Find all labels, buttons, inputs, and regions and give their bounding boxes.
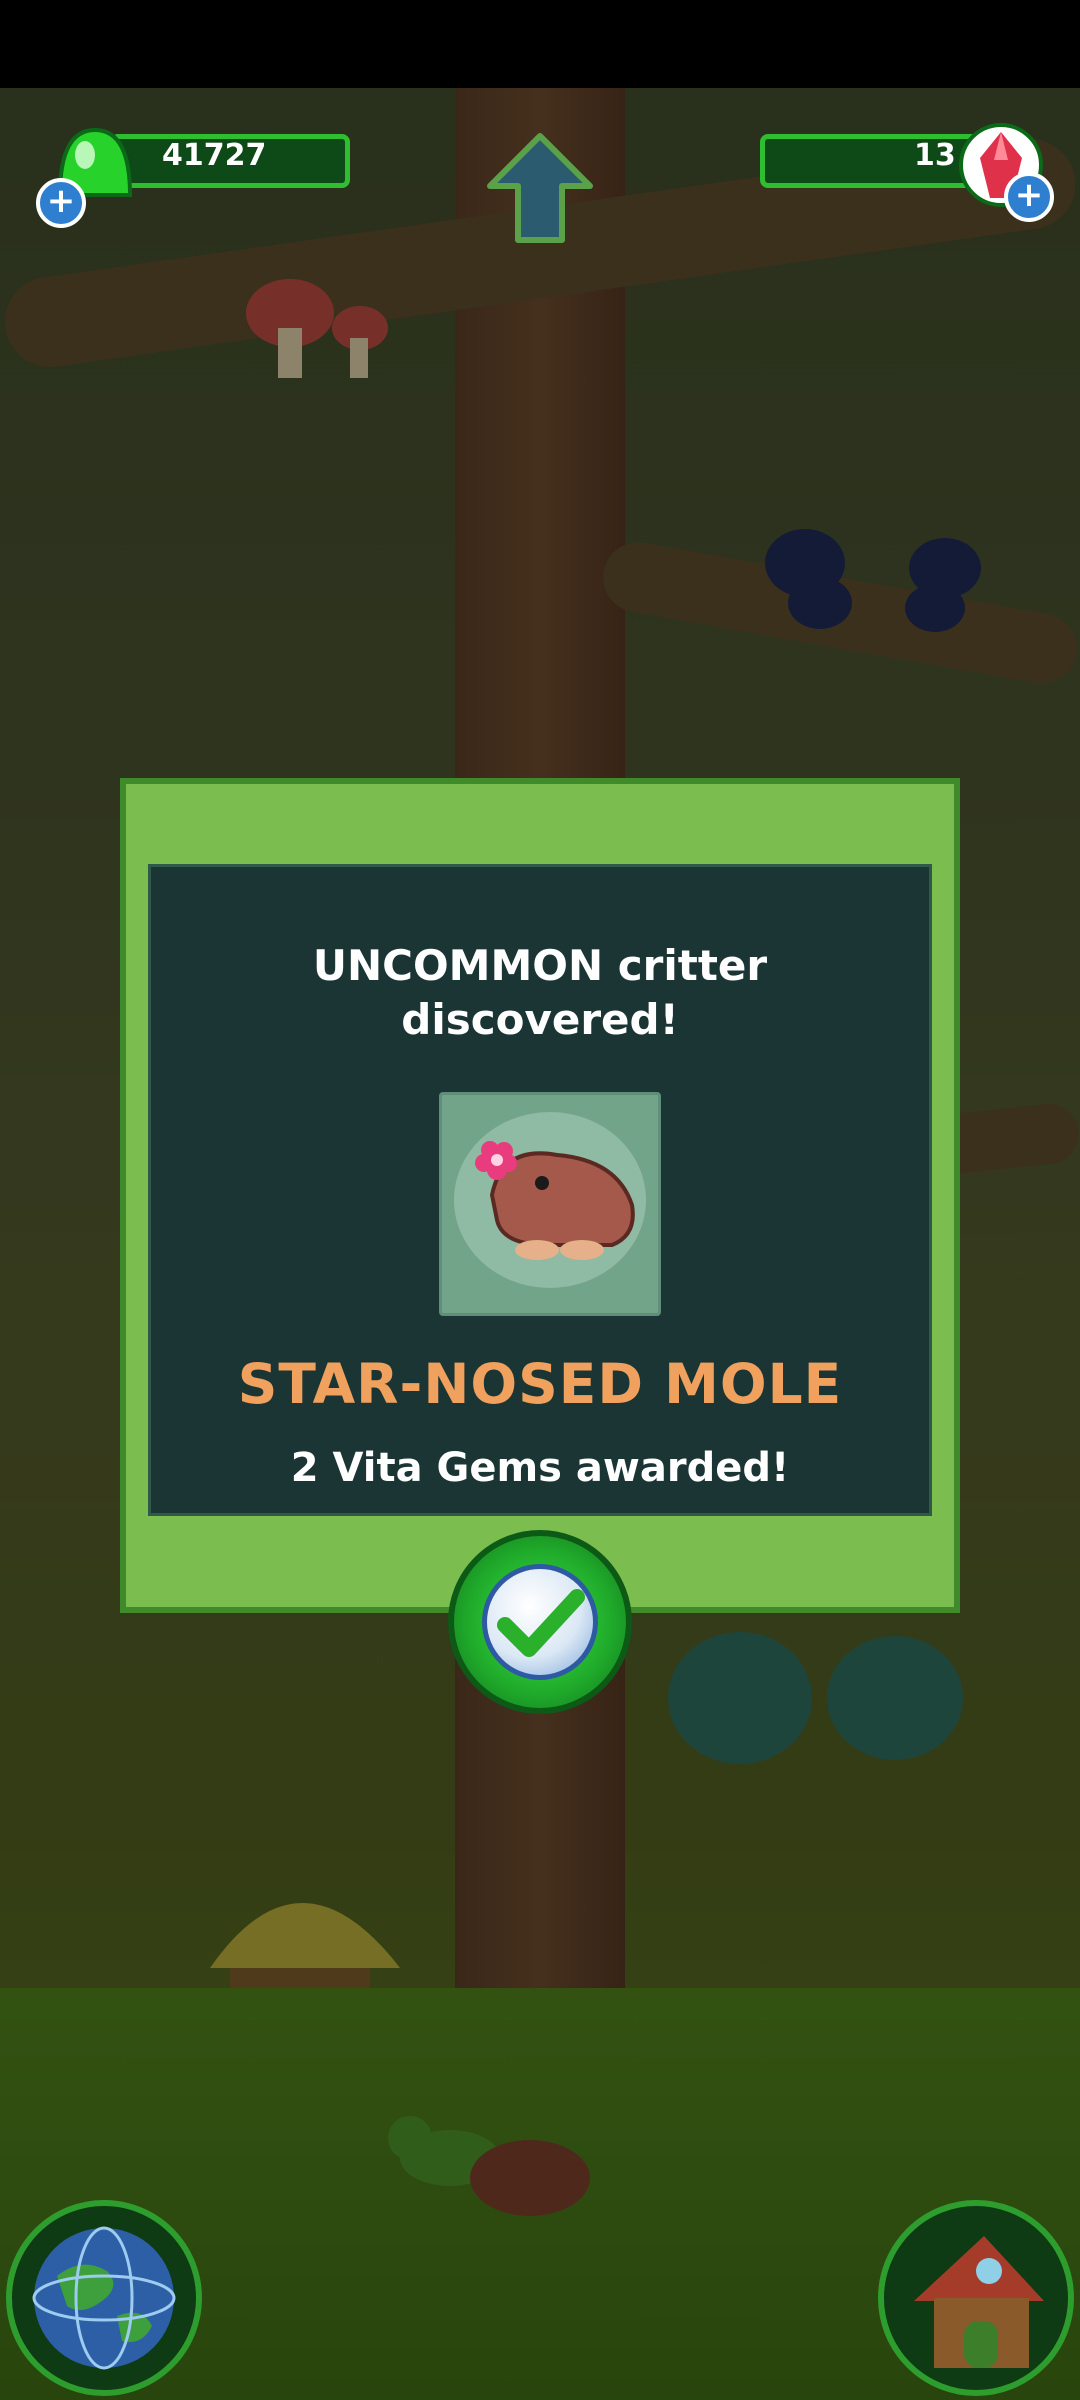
checkmark-icon	[497, 1589, 585, 1657]
add-gems-button[interactable]: +	[1004, 172, 1054, 222]
award-text: 2 Vita Gems awarded!	[290, 1445, 790, 1491]
dialog-panel: UNCOMMON critter discovered! STAR-NOSED …	[148, 864, 932, 1516]
critter-portrait	[439, 1092, 661, 1316]
house-icon	[914, 2236, 1044, 2368]
add-coins-button[interactable]: +	[36, 178, 86, 228]
world-map-button[interactable]	[6, 2200, 202, 2396]
up-arrow-icon[interactable]	[480, 128, 600, 248]
home-button[interactable]	[878, 2200, 1074, 2396]
globe-icon	[32, 2226, 176, 2370]
gems-counter[interactable]: 13 +	[730, 120, 1060, 222]
confirm-button-face	[482, 1564, 598, 1680]
confirm-button[interactable]	[448, 1530, 632, 1714]
gems-value: 13	[914, 138, 956, 173]
status-bar	[0, 0, 1080, 88]
critter-discovered-dialog: UNCOMMON critter discovered! STAR-NOSED …	[120, 778, 960, 1613]
star-nosed-mole-image	[454, 1112, 646, 1288]
coins-counter[interactable]: 41727 +	[30, 120, 360, 228]
coins-value: 41727	[162, 138, 267, 173]
discovery-headline: UNCOMMON critter discovered!	[312, 941, 768, 1044]
critter-name: STAR-NOSED MOLE	[237, 1352, 843, 1416]
